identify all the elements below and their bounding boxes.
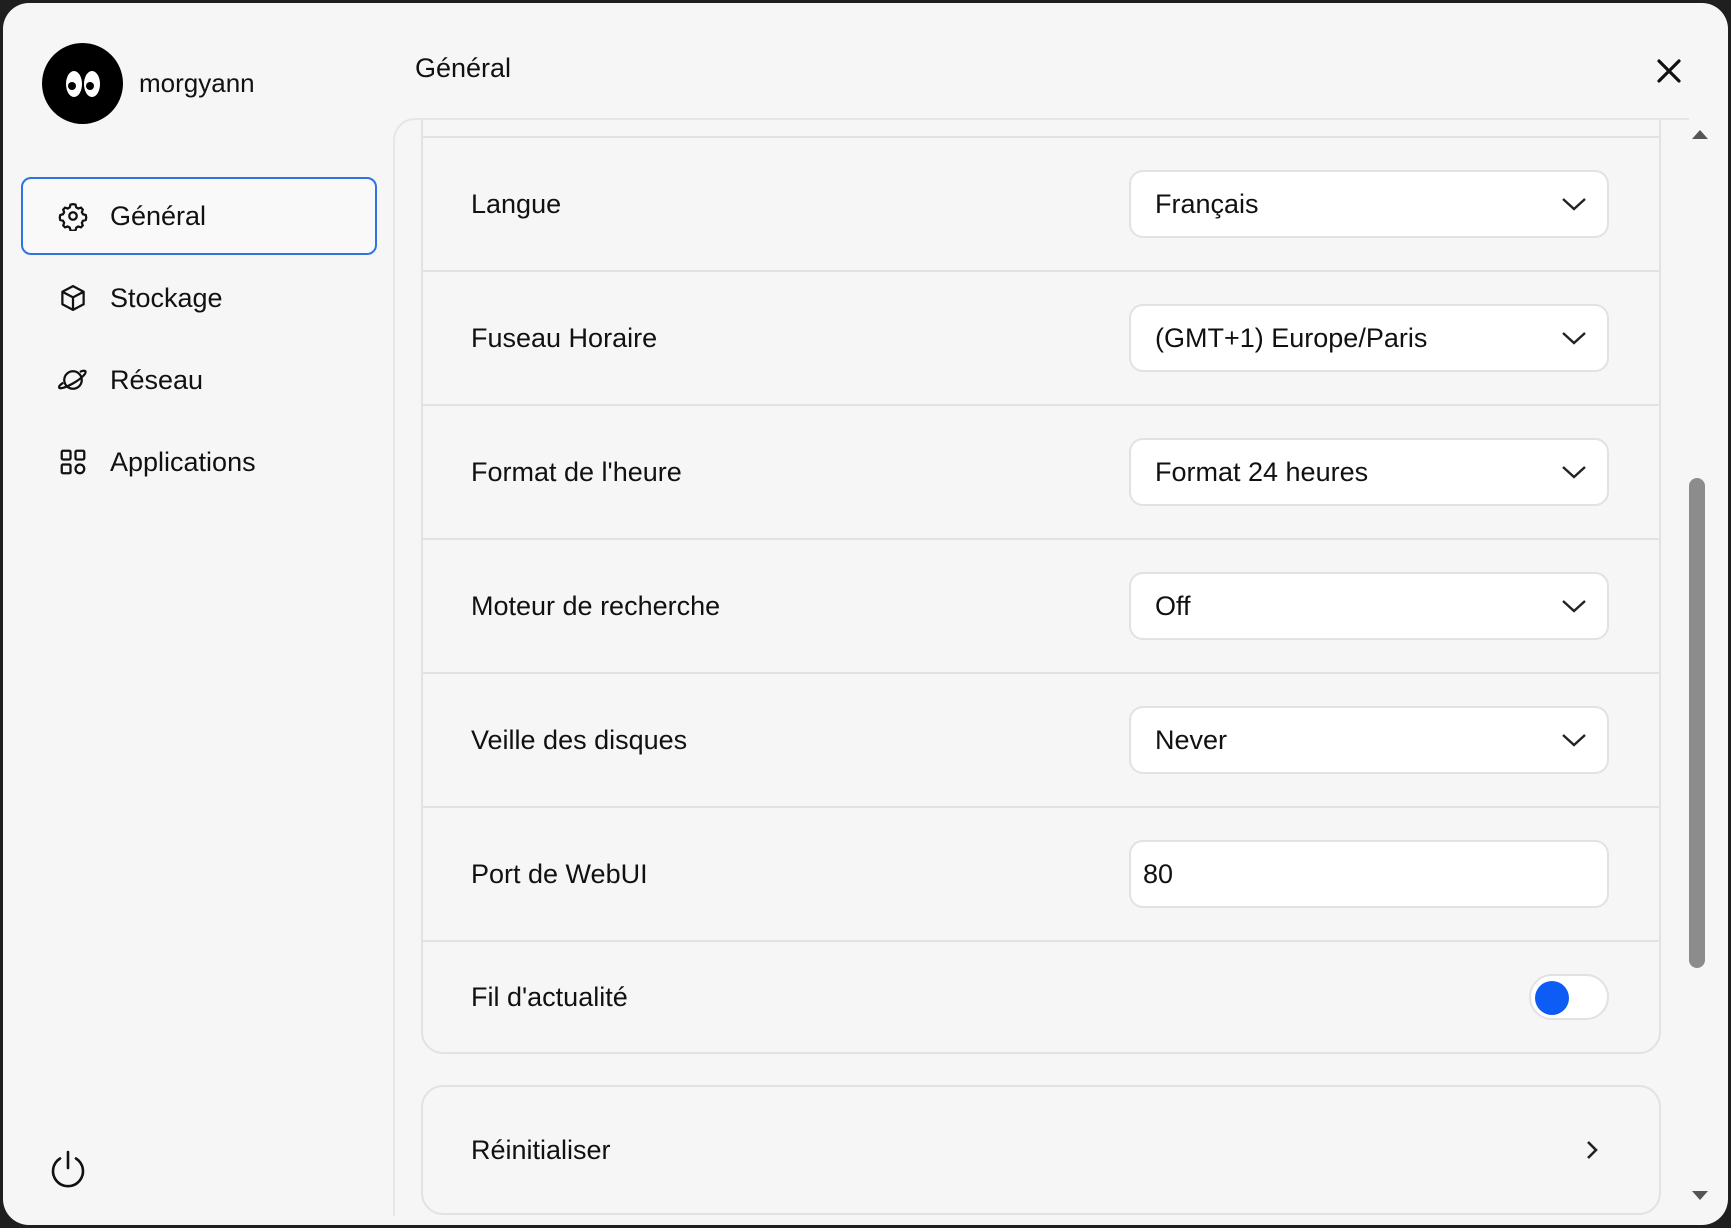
- settings-row-news-feed: Fil d'actualité: [423, 940, 1659, 1052]
- close-icon: [1657, 59, 1681, 83]
- language-select[interactable]: Français: [1129, 170, 1609, 238]
- settings-window: morgyann Général Stockage Réseau Applica…: [3, 3, 1728, 1225]
- close-button[interactable]: [1653, 55, 1685, 87]
- settings-row-search-engine: Moteur de recherche Off: [423, 538, 1659, 672]
- disk-sleep-label: Veille des disques: [471, 724, 688, 755]
- search-engine-value: Off: [1155, 590, 1191, 621]
- chevron-down-icon: [1562, 198, 1586, 211]
- sidebar-item-label: Applications: [110, 446, 256, 477]
- sidebar-item-network[interactable]: Réseau: [21, 341, 377, 419]
- sidebar-nav: Général Stockage Réseau Applications: [21, 177, 377, 505]
- grid-icon: [58, 447, 88, 477]
- planet-icon: [58, 365, 88, 395]
- sidebar-item-label: Réseau: [110, 364, 204, 395]
- settings-row-disk-sleep: Veille des disques Never: [423, 672, 1659, 806]
- language-label: Langue: [471, 188, 562, 219]
- time-format-value: Format 24 heures: [1155, 456, 1369, 487]
- search-engine-label: Moteur de recherche: [471, 590, 721, 621]
- sidebar-item-label: Stockage: [110, 282, 223, 313]
- settings-content: Langue Français Fuseau Horaire (GMT+1) E…: [393, 118, 1689, 1216]
- sidebar: morgyann Général Stockage Réseau Applica…: [3, 3, 395, 1225]
- chevron-down-icon: [1562, 734, 1586, 747]
- search-engine-select[interactable]: Off: [1129, 572, 1609, 640]
- page-title: Général: [415, 53, 512, 83]
- eyes-logo-icon: [65, 70, 100, 97]
- time-format-select[interactable]: Format 24 heures: [1129, 438, 1609, 506]
- disk-sleep-value: Never: [1155, 724, 1228, 755]
- settings-row-webui-port: Port de WebUI: [423, 806, 1659, 940]
- chevron-down-icon: [1562, 600, 1586, 613]
- timezone-value: (GMT+1) Europe/Paris: [1155, 322, 1428, 353]
- settings-row-top-spacer: [423, 120, 1659, 136]
- webui-port-input[interactable]: [1129, 840, 1609, 908]
- box-icon: [58, 283, 88, 313]
- power-button[interactable]: [47, 1148, 89, 1190]
- sidebar-item-applications[interactable]: Applications: [21, 423, 377, 501]
- toggle-knob: [1535, 981, 1569, 1015]
- language-value: Français: [1155, 188, 1259, 219]
- scroll-down-arrow-icon[interactable]: [1692, 1191, 1708, 1200]
- settings-row-time-format: Format de l'heure Format 24 heures: [423, 404, 1659, 538]
- gear-icon: [58, 201, 88, 231]
- settings-card: Langue Français Fuseau Horaire (GMT+1) E…: [421, 120, 1661, 1054]
- scrollbar-thumb[interactable]: [1689, 478, 1705, 968]
- news-feed-label: Fil d'actualité: [471, 981, 628, 1012]
- settings-row-language: Langue Français: [423, 136, 1659, 270]
- time-format-label: Format de l'heure: [471, 456, 682, 487]
- timezone-select[interactable]: (GMT+1) Europe/Paris: [1129, 304, 1609, 372]
- webui-port-label: Port de WebUI: [471, 858, 648, 889]
- user-profile: morgyann: [42, 43, 255, 124]
- scroll-up-arrow-icon[interactable]: [1692, 130, 1708, 139]
- sidebar-item-label: Général: [110, 200, 207, 231]
- avatar: [42, 43, 123, 124]
- reset-label: Réinitialiser: [471, 1134, 611, 1165]
- disk-sleep-select[interactable]: Never: [1129, 706, 1609, 774]
- chevron-down-icon: [1562, 332, 1586, 345]
- chevron-down-icon: [1562, 466, 1586, 479]
- username: morgyann: [139, 68, 255, 98]
- scrollbar[interactable]: [1685, 118, 1713, 1216]
- settings-row-timezone: Fuseau Horaire (GMT+1) Europe/Paris: [423, 270, 1659, 404]
- sidebar-item-storage[interactable]: Stockage: [21, 259, 377, 337]
- chevron-right-icon: [1587, 1141, 1598, 1159]
- news-feed-toggle[interactable]: [1529, 974, 1609, 1020]
- sidebar-item-general[interactable]: Général: [21, 177, 377, 255]
- power-icon: [51, 1150, 85, 1188]
- timezone-label: Fuseau Horaire: [471, 322, 658, 353]
- reset-row[interactable]: Réinitialiser: [421, 1085, 1661, 1215]
